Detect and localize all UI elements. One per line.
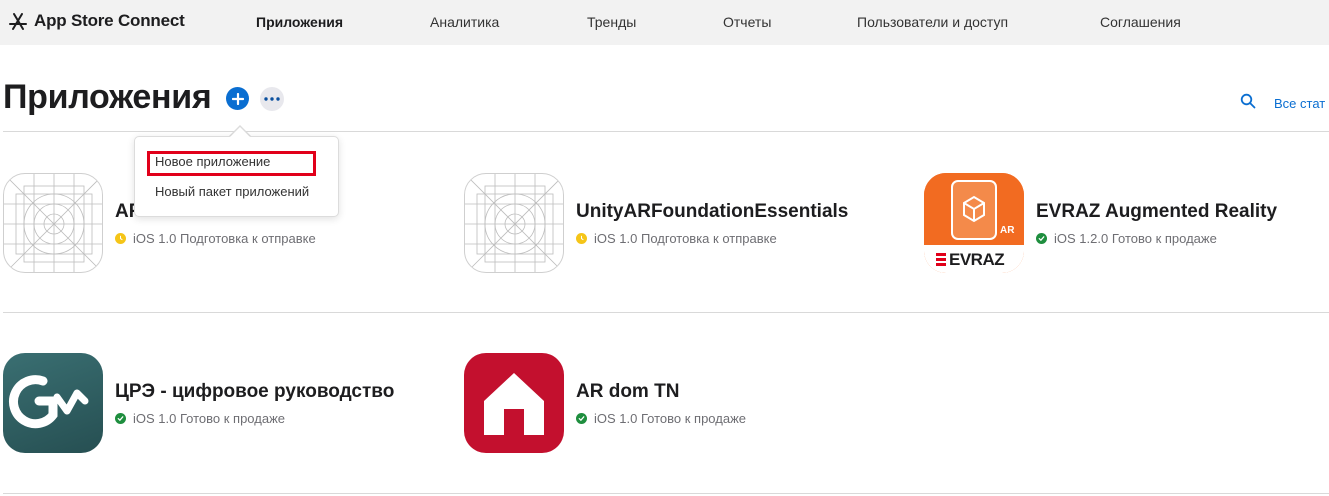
search-button[interactable] xyxy=(1239,93,1257,111)
evraz-badge-text: AR xyxy=(1000,225,1015,236)
page-title: Приложения xyxy=(3,78,212,116)
app-status: iOS 1.0 Готово к продаже xyxy=(115,411,285,426)
plus-icon xyxy=(231,92,244,105)
nav-trends[interactable]: Тренды xyxy=(587,14,636,30)
in-progress-icon xyxy=(576,233,587,244)
placeholder-app-icon xyxy=(464,173,564,273)
app-status: iOS 1.0 Готово к продаже xyxy=(576,411,746,426)
app-name: AR dom TN xyxy=(576,381,680,402)
app-name: UnityARFoundationEssentials xyxy=(576,201,849,222)
row-divider xyxy=(3,493,1329,494)
app-status: iOS 1.0 Подготовка к отправке xyxy=(576,231,777,246)
evraz-ar-icon: AR EVRAZ xyxy=(924,173,1024,273)
nav-users-and-access[interactable]: Пользователи и доступ xyxy=(857,14,1008,30)
ellipsis-icon xyxy=(264,97,280,101)
app-platform: iOS 1.0 xyxy=(594,411,638,426)
app-platform: iOS 1.2.0 xyxy=(1054,231,1109,246)
app-card-cre[interactable]: ЦРЭ - цифровое руководство iOS 1.0 Готов… xyxy=(3,353,443,453)
highlight-annotation xyxy=(147,151,316,176)
app-status: iOS 1.0 Подготовка к отправке xyxy=(115,231,316,246)
app-status-text: Готово к продаже xyxy=(179,411,285,426)
add-app-button[interactable] xyxy=(226,87,249,110)
nav-apps[interactable]: Приложения xyxy=(256,14,343,30)
app-card-ar-dom-tn[interactable]: AR dom TN iOS 1.0 Готово к продаже xyxy=(464,353,904,453)
app-name: EVRAZ Augmented Reality xyxy=(1036,201,1278,222)
checkmark-icon xyxy=(115,413,126,424)
app-status-text: Подготовка к отправке xyxy=(179,231,316,246)
row-divider xyxy=(3,312,1329,313)
evraz-logo-text: EVRAZ xyxy=(949,250,1005,269)
app-status-text: Готово к продаже xyxy=(1111,231,1217,246)
app-card-evraz-augmented-reality[interactable]: AR EVRAZ EVRAZ Augmented Reality iOS 1.2… xyxy=(924,173,1329,273)
more-options-button[interactable] xyxy=(260,87,284,111)
app-platform: iOS 1.0 xyxy=(133,231,177,246)
placeholder-app-icon xyxy=(3,173,103,273)
app-card-unityarfoundationessentials[interactable]: UnityARFoundationEssentials iOS 1.0 Подг… xyxy=(464,173,904,273)
nav-reports[interactable]: Отчеты xyxy=(723,14,771,30)
app-status-text: Подготовка к отправке xyxy=(640,231,777,246)
header-divider xyxy=(3,131,1329,132)
house-icon xyxy=(464,353,564,453)
popover-arrow-fill xyxy=(230,127,250,137)
checkmark-icon xyxy=(576,413,587,424)
status-filter-link[interactable]: Все стат xyxy=(1274,96,1325,111)
app-store-icon xyxy=(9,13,27,30)
menu-item-new-app-bundle[interactable]: Новый пакет приложений xyxy=(155,184,309,199)
top-navigation-bar: App Store Connect Приложения Аналитика Т… xyxy=(0,0,1329,45)
nav-agreements[interactable]: Соглашения xyxy=(1100,14,1181,30)
search-icon xyxy=(1240,93,1256,109)
app-store-connect-home-link[interactable]: App Store Connect xyxy=(8,10,185,32)
in-progress-icon xyxy=(115,233,126,244)
app-status: iOS 1.2.0 Готово к продаже xyxy=(1036,231,1217,246)
add-menu-popover: Новое приложение Новый пакет приложений xyxy=(134,136,339,217)
nav-analytics[interactable]: Аналитика xyxy=(430,14,499,30)
app-platform: iOS 1.0 xyxy=(133,411,177,426)
checkmark-icon xyxy=(1036,233,1047,244)
app-status-text: Готово к продаже xyxy=(640,411,746,426)
app-name: ЦРЭ - цифровое руководство xyxy=(115,381,395,402)
cre-logo-icon xyxy=(3,353,103,453)
brand-title: App Store Connect xyxy=(34,11,185,30)
app-platform: iOS 1.0 xyxy=(594,231,638,246)
